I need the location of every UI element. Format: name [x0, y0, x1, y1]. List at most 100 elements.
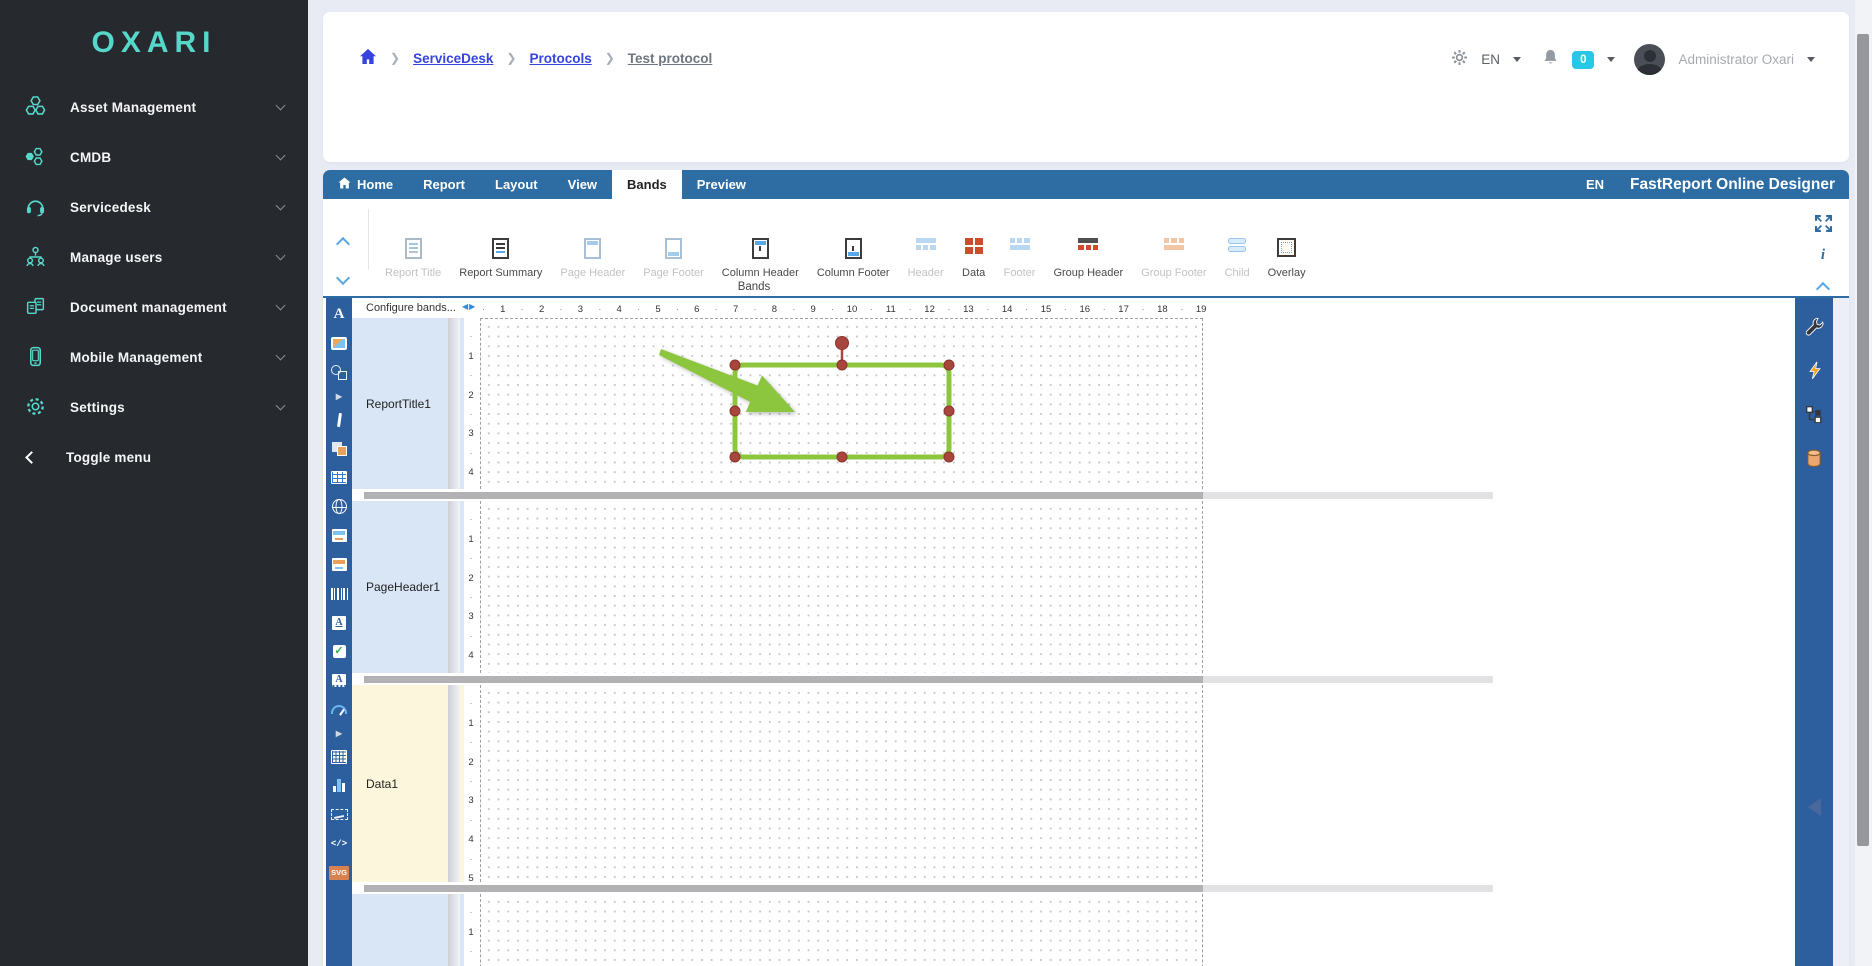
band-design-area[interactable] — [480, 894, 1203, 966]
band-separator[interactable] — [352, 673, 1790, 685]
report-designer: HomeReportLayoutViewBandsPreview EN Fast… — [323, 170, 1849, 966]
band-button-page-footer[interactable]: Page Footer — [634, 205, 713, 279]
panel-events-icon[interactable] — [1795, 348, 1833, 392]
caret-down-icon[interactable] — [1607, 57, 1615, 62]
sidebar-item-document-management[interactable]: Document management — [0, 282, 308, 332]
tab-report[interactable]: Report — [408, 170, 480, 199]
fullscreen-icon[interactable] — [1812, 215, 1834, 237]
tool-html-icon[interactable]: </> — [326, 829, 352, 858]
band-design-area[interactable] — [480, 685, 1203, 882]
ribbon-scroll-down-button[interactable] — [338, 273, 348, 283]
home-icon[interactable] — [359, 48, 377, 68]
tool-shapes-flyout-icon[interactable]: ▶ — [326, 387, 352, 405]
tab-layout[interactable]: Layout — [480, 170, 553, 199]
caret-down-icon[interactable] — [1513, 57, 1521, 62]
breadcrumb-test-protocol[interactable]: Test protocol — [628, 51, 713, 66]
configure-bands-button[interactable]: Configure bands... — [366, 302, 456, 314]
band-button-report-summary[interactable]: Report Summary — [450, 205, 551, 279]
language-selector[interactable]: EN — [1481, 52, 1500, 67]
breadcrumb-protocols[interactable]: Protocols — [529, 51, 591, 66]
band-row-reporttitle1: ReportTitle1 ·1·2·3·4· — [352, 318, 1790, 489]
asset-management-icon — [24, 95, 48, 119]
tool-gauge-icon[interactable] — [326, 695, 352, 724]
band-button-header[interactable]: Header — [899, 205, 953, 279]
panel-data-sources-icon[interactable] — [1795, 436, 1833, 480]
sidebar-item-settings[interactable]: Settings — [0, 382, 308, 432]
tool-gauge-flyout-icon[interactable]: ▶ — [326, 724, 352, 742]
chevron-down-icon — [276, 201, 286, 211]
ribbon-scroll-up-button[interactable] — [338, 239, 348, 249]
tool-text-block-icon[interactable]: A — [326, 666, 352, 695]
collapse-ribbon-icon[interactable] — [1812, 281, 1834, 299]
tab-home[interactable]: Home — [323, 170, 408, 199]
panel-properties-icon[interactable] — [1795, 304, 1833, 348]
band-button-column-footer[interactable]: Column Footer — [808, 205, 899, 279]
designer-title: FastReport Online Designer — [1630, 176, 1835, 194]
tool-map-icon[interactable] — [326, 492, 352, 521]
caret-down-icon[interactable] — [1807, 57, 1815, 62]
band-row-pageheader1: PageHeader1 ·1·2·3·4· — [352, 501, 1790, 673]
sidebar-item-manage-users[interactable]: Manage users — [0, 232, 308, 282]
band-button-group-footer[interactable]: Group Footer — [1132, 205, 1215, 279]
user-name[interactable]: Administrator Oxari — [1678, 52, 1794, 67]
tab-bands[interactable]: Bands — [612, 170, 682, 199]
band-label[interactable]: ReportTitle1 — [352, 318, 448, 489]
band-label[interactable]: PageHeader1 — [352, 501, 448, 673]
tool-chart-icon[interactable] — [326, 771, 352, 800]
sidebar-item-mobile-management[interactable]: Mobile Management — [0, 332, 308, 382]
tool-table-icon[interactable] — [326, 463, 352, 492]
tool-barcode-icon[interactable] — [326, 579, 352, 608]
band-button-report-title[interactable]: Report Title — [376, 205, 450, 279]
tool-matrix-icon[interactable] — [326, 742, 352, 771]
tool-checkbox-icon[interactable]: ✓ — [326, 637, 352, 666]
tool-shapes-icon[interactable] — [326, 358, 352, 387]
chevron-down-icon — [276, 151, 286, 161]
tool-rich-text-icon[interactable]: A — [326, 608, 352, 637]
band-button-group-header[interactable]: Group Header — [1044, 205, 1132, 279]
avatar[interactable] — [1634, 44, 1665, 75]
band-button-footer[interactable]: Footer — [995, 205, 1045, 279]
panel-report-tree-icon[interactable] — [1795, 392, 1833, 436]
tool-subreport-icon[interactable] — [326, 521, 352, 550]
tool-picture-icon[interactable] — [326, 329, 352, 358]
home-icon — [338, 177, 351, 192]
info-icon[interactable]: i — [1812, 247, 1834, 264]
tool-svg-icon[interactable]: SVG — [326, 858, 352, 887]
tool-line-icon[interactable] — [326, 405, 352, 434]
tool-text-icon[interactable]: A — [326, 300, 352, 329]
band-separator[interactable] — [352, 489, 1790, 501]
tool-signature-icon[interactable] — [326, 800, 352, 829]
toggle-menu-button[interactable]: Toggle menu — [0, 432, 308, 482]
notification-badge[interactable]: 0 — [1572, 51, 1594, 69]
left-toolbox: A▶A✓A▶</>SVG — [326, 298, 352, 966]
bell-icon[interactable] — [1542, 48, 1559, 71]
gear-icon[interactable] — [1451, 49, 1468, 71]
sidebar-item-asset-management[interactable]: Asset Management — [0, 82, 308, 132]
breadcrumb-servicedesk[interactable]: ServiceDesk — [413, 51, 493, 66]
band-button-child[interactable]: Child — [1216, 205, 1259, 279]
band-button-page-header[interactable]: Page Header — [551, 205, 634, 279]
band-label[interactable]: Data1 — [352, 685, 448, 882]
chevron-down-icon — [276, 101, 286, 111]
sidebar-item-cmdb[interactable]: CMDB — [0, 132, 308, 182]
tool-nested-report-icon[interactable] — [326, 550, 352, 579]
scrollbar-thumb[interactable] — [1857, 34, 1869, 846]
band-design-area[interactable] — [480, 501, 1203, 673]
band-separator[interactable] — [352, 882, 1790, 894]
band-button-overlay[interactable]: Overlay — [1259, 205, 1315, 279]
tab-view[interactable]: View — [553, 170, 612, 199]
band-label[interactable] — [352, 894, 448, 966]
sidebar-item-servicedesk[interactable]: Servicedesk — [0, 182, 308, 232]
tab-preview[interactable]: Preview — [682, 170, 761, 199]
page-scrollbar[interactable] — [1855, 0, 1872, 966]
breadcrumb-separator: ❯ — [390, 51, 400, 65]
report-canvas[interactable]: Configure bands... ◀▶ ·1·2·3·4·5·6·7·8·9… — [352, 298, 1790, 966]
designer-language[interactable]: EN — [1586, 177, 1604, 192]
band-design-area[interactable] — [480, 318, 1203, 489]
tool-clone-icon[interactable] — [326, 434, 352, 463]
overlay-icon — [1275, 236, 1299, 267]
band-button-data[interactable]: Data — [953, 205, 995, 279]
band-button-column-header[interactable]: Column Header — [713, 205, 808, 279]
designer-tabs: HomeReportLayoutViewBandsPreview — [323, 170, 761, 199]
collapse-panel-icon[interactable] — [1795, 798, 1833, 816]
